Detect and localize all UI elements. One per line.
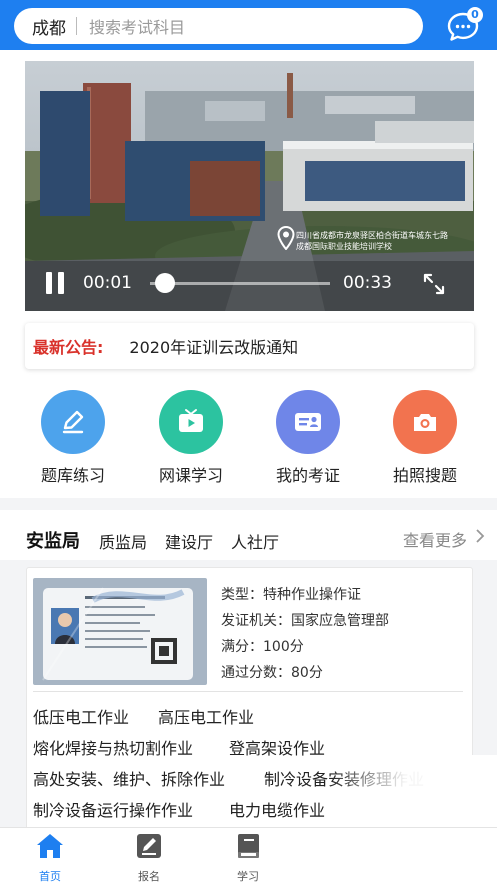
pause-icon [46, 272, 52, 294]
quick-question-bank[interactable]: 题库练习 [23, 390, 123, 486]
message-badge: 0 [467, 7, 483, 23]
quick-my-certificate-label: 我的考证 [275, 466, 340, 485]
signup-icon [137, 834, 161, 858]
quick-online-course[interactable]: 网课学习 [141, 390, 241, 486]
certificate-full-score: 满分：100分 [221, 639, 304, 655]
quick-my-certificate[interactable]: 我的考证 [258, 390, 358, 486]
home-icon [37, 834, 63, 858]
card-divider [33, 691, 463, 692]
tab-safety-bureau[interactable]: 安监局 [26, 527, 80, 553]
announcement-text[interactable]: 2020年证训云改版通知 [103, 334, 298, 358]
camera-icon [393, 390, 457, 454]
job-item[interactable]: 登高架设作业 [229, 735, 325, 759]
city-selector[interactable]: 成都 [14, 14, 76, 39]
view-more-link[interactable]: 查看更多 [403, 527, 467, 551]
pencil-icon [41, 390, 105, 454]
video-total-time: 00:33 [343, 273, 392, 293]
id-card-icon [276, 390, 340, 454]
job-item[interactable]: 高处安装、维护、拆除作业 [33, 766, 225, 790]
tab-hr-dept[interactable]: 人社厅 [231, 529, 279, 553]
search-bar[interactable]: 成都 搜索考试科目 [14, 8, 423, 44]
certificate-photo [33, 578, 207, 685]
book-icon [238, 834, 259, 858]
certificate-pass-score: 通过分数：80分 [221, 665, 323, 681]
fullscreen-icon[interactable] [422, 272, 446, 296]
nav-study-label: 学习 [237, 870, 259, 883]
certificate-type: 类型：特种作业操作证 [221, 587, 361, 603]
content-fade-overlay [330, 755, 497, 829]
quick-photo-search[interactable]: 拍照搜题 [375, 390, 475, 486]
chevron-right-icon[interactable] [475, 528, 485, 544]
tv-icon [159, 390, 223, 454]
certificate-issuer: 发证机关：国家应急管理部 [221, 613, 389, 629]
search-divider [76, 17, 77, 35]
job-item[interactable]: 制冷设备运行操作作业 [33, 797, 193, 821]
job-item[interactable]: 高压电工作业 [158, 704, 254, 728]
message-button[interactable]: 0 [446, 7, 483, 43]
quick-question-bank-label: 题库练习 [40, 466, 105, 485]
video-progress-track[interactable] [150, 282, 330, 285]
quick-online-course-label: 网课学习 [158, 466, 223, 485]
announcement-bar[interactable]: 最新公告: 2020年证训云改版通知 [25, 323, 474, 369]
video-current-time: 00:01 [83, 273, 132, 293]
tab-construction-dept[interactable]: 建设厅 [165, 529, 213, 553]
tab-quality-bureau[interactable]: 质监局 [99, 529, 147, 553]
job-item[interactable]: 低压电工作业 [33, 704, 129, 728]
search-input[interactable]: 搜索考试科目 [89, 14, 185, 38]
job-item[interactable]: 电力电缆作业 [229, 797, 325, 821]
nav-signup-label: 报名 [138, 870, 160, 883]
pause-button[interactable] [46, 272, 66, 294]
job-item[interactable]: 熔化焊接与热切割作业 [33, 735, 193, 759]
video-location-caption: 四川省成都市龙泉驿区柏合街道车城东七路 成都国际职业技能培训学校 [296, 231, 448, 251]
quick-photo-search-label: 拍照搜题 [392, 466, 457, 485]
nav-study[interactable]: 学习 [218, 832, 278, 883]
announcement-tag: 最新公告: [33, 338, 104, 357]
location-pin-icon [277, 226, 295, 250]
nav-home-label: 首页 [39, 870, 61, 883]
nav-signup[interactable]: 报名 [119, 832, 179, 883]
nav-home[interactable]: 首页 [20, 832, 80, 883]
